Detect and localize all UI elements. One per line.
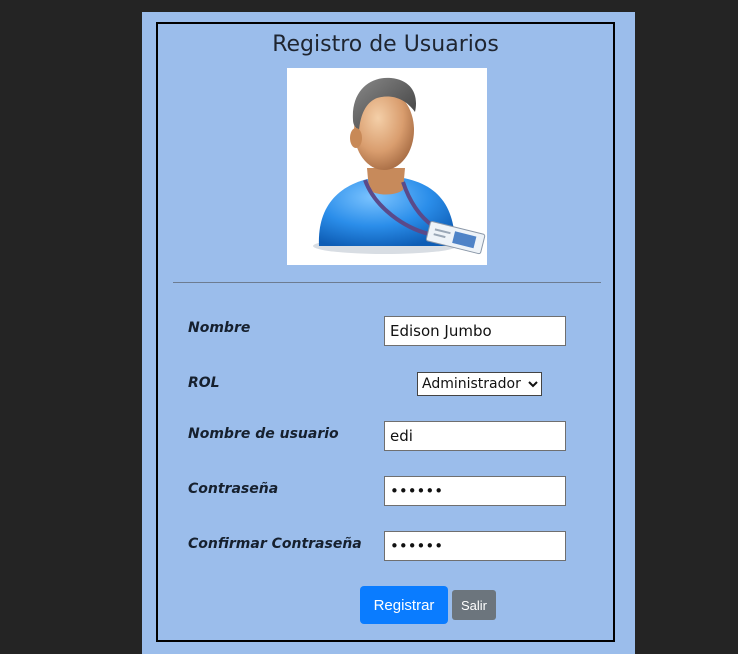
contrasena-label: Contraseña <box>188 481 279 497</box>
rol-label: ROL <box>188 375 220 391</box>
usuario-input[interactable] <box>384 421 566 451</box>
contrasena-input[interactable] <box>384 476 566 506</box>
registrar-button[interactable]: Registrar <box>360 586 448 624</box>
confirmar-input[interactable] <box>384 531 566 561</box>
page-title: Registro de Usuarios <box>272 32 499 57</box>
user-badge-illustration <box>313 77 486 255</box>
form-frame: Registro de Usuarios Nombre Edison Jumbo… <box>156 22 615 642</box>
confirmar-label: Confirmar Contraseña <box>188 536 362 552</box>
nombre-label: Nombre <box>188 320 251 336</box>
salir-button[interactable]: Salir <box>452 590 496 620</box>
registration-panel: Registro de Usuarios Nombre Edison Jumbo… <box>142 12 635 654</box>
user-avatar-icon <box>287 68 487 265</box>
divider <box>173 282 601 283</box>
usuario-label: Nombre de usuario <box>188 426 339 442</box>
rol-select[interactable]: Administrador <box>417 372 542 396</box>
nombre-input[interactable] <box>384 316 566 346</box>
